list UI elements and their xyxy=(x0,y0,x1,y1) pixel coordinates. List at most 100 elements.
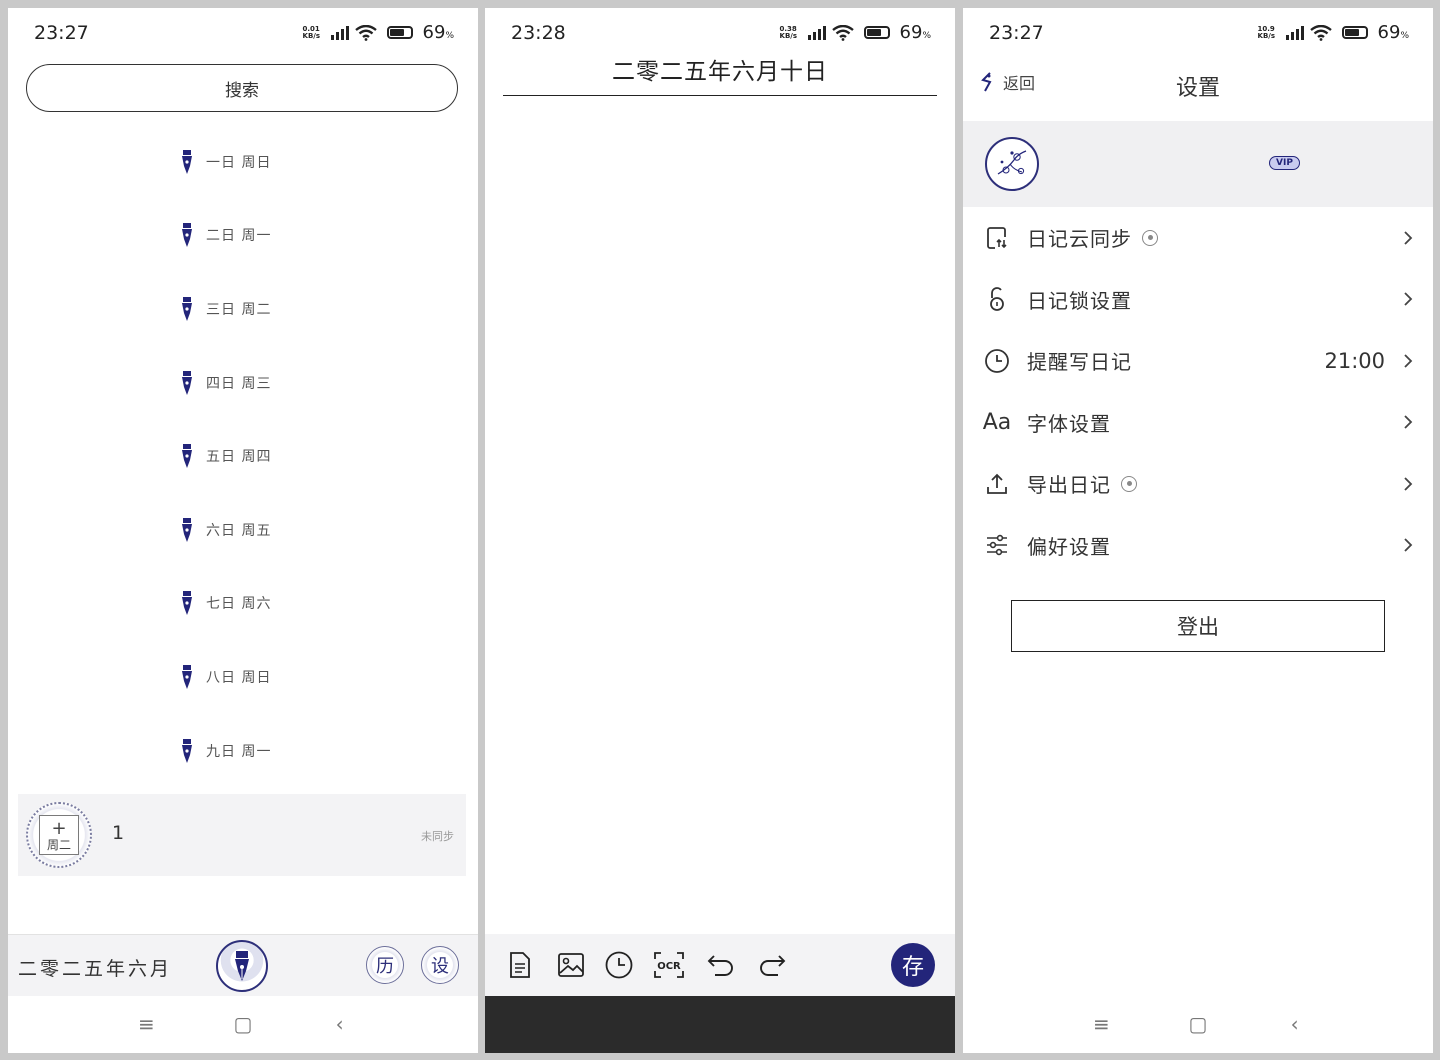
home-nav-icon[interactable]: ▢ xyxy=(1183,1012,1213,1036)
fountain-pen-icon xyxy=(180,222,194,248)
system-nav-bar: ≡ ▢ ‹ xyxy=(8,995,478,1053)
system-nav-bar: ≡ ▢ ‹ xyxy=(963,995,1433,1053)
day-list-item[interactable]: 八日 周日 xyxy=(8,640,478,714)
day-list-item[interactable]: 三日 周二 xyxy=(8,272,478,346)
day-label: 七日 周六 xyxy=(206,596,272,613)
ocr-icon[interactable]: OCR xyxy=(652,948,686,982)
entry-date-title: 二零二五年六月十日 xyxy=(612,59,828,85)
network-speed: 10.9 KB/s xyxy=(1257,24,1276,40)
home-nav-icon[interactable]: ▢ xyxy=(228,1012,258,1036)
vip-feature-icon xyxy=(1142,229,1158,246)
chevron-right-icon xyxy=(1404,292,1413,306)
setting-reminder[interactable]: 提醒写日记 21:00 xyxy=(963,330,1433,392)
day-label: 二日 周一 xyxy=(206,228,272,245)
day-list: 一日 周日二日 周一三日 周二四日 周三五日 周四六日 周五七日 周六八日 周日… xyxy=(8,125,478,787)
chevron-right-icon xyxy=(1404,231,1413,245)
day-list-item[interactable]: 九日 周一 xyxy=(8,714,478,788)
undo-icon[interactable] xyxy=(704,948,738,982)
export-icon xyxy=(983,470,1011,498)
fountain-pen-icon xyxy=(235,951,249,981)
network-speed: 0.38 KB/s xyxy=(779,24,798,40)
avatar[interactable] xyxy=(985,137,1039,191)
diary-entry-card[interactable]: + 周二 1 未同步 xyxy=(18,794,466,876)
fountain-pen-icon xyxy=(180,370,194,396)
lock-icon xyxy=(983,285,1011,313)
search-button[interactable]: 搜索 xyxy=(26,64,458,112)
settings-button[interactable]: 设 xyxy=(421,946,459,984)
battery-icon xyxy=(386,26,413,39)
month-label[interactable]: 二零二五年六月 xyxy=(18,954,172,981)
back-button[interactable]: 返回 xyxy=(979,70,1035,94)
settings-list: 日记云同步 日记锁设置 提醒写日记 21:00 Aa 字体设置 导出日记 偏好设… xyxy=(963,207,1433,576)
diary-text-area[interactable] xyxy=(503,100,937,929)
sync-status: 未同步 xyxy=(421,830,454,843)
back-nav-icon[interactable]: ‹ xyxy=(325,1012,355,1036)
network-speed: 0.01 KB/s xyxy=(302,24,321,40)
day-list-item[interactable]: 七日 周六 xyxy=(8,567,478,641)
plus-icon: + xyxy=(51,817,67,839)
redo-icon[interactable] xyxy=(755,948,789,982)
battery-icon xyxy=(863,26,890,39)
fountain-pen-icon xyxy=(180,517,194,543)
write-pen-button[interactable] xyxy=(216,940,268,992)
status-time: 23:27 xyxy=(34,22,89,44)
signal-icon xyxy=(807,25,826,40)
day-list-item[interactable]: 六日 周五 xyxy=(8,493,478,567)
day-list-item[interactable]: 二日 周一 xyxy=(8,199,478,273)
setting-export[interactable]: 导出日记 xyxy=(963,453,1433,515)
day-label: 三日 周二 xyxy=(206,301,272,318)
chevron-right-icon xyxy=(1404,477,1413,491)
setting-preferences[interactable]: 偏好设置 xyxy=(963,515,1433,577)
status-time: 23:28 xyxy=(511,22,566,44)
setting-font[interactable]: Aa 字体设置 xyxy=(963,392,1433,454)
profile-section: VIP xyxy=(963,121,1433,207)
sliders-icon xyxy=(983,531,1011,559)
day-label: 五日 周四 xyxy=(206,449,272,466)
setting-cloud-sync[interactable]: 日记云同步 xyxy=(963,207,1433,269)
new-entry-badge[interactable]: + 周二 xyxy=(26,802,92,868)
day-list-item[interactable]: 五日 周四 xyxy=(8,419,478,493)
image-icon[interactable] xyxy=(554,948,588,982)
logout-button[interactable]: 登出 xyxy=(1011,600,1385,652)
document-icon[interactable] xyxy=(503,948,537,982)
entry-count: 1 xyxy=(112,822,125,844)
vip-badge: VIP xyxy=(1269,156,1300,170)
fountain-pen-icon xyxy=(180,738,194,764)
fountain-pen-icon xyxy=(180,296,194,322)
title-divider xyxy=(503,95,937,96)
menu-nav-icon[interactable]: ≡ xyxy=(1086,1012,1116,1036)
diary-list-screen: 23:27 0.01 KB/s 69% 搜索 一日 周日二日 周一三日 周二四日… xyxy=(8,8,478,1053)
clock-icon[interactable] xyxy=(602,948,636,982)
setting-diary-lock[interactable]: 日记锁设置 xyxy=(963,269,1433,331)
diary-editor-screen: 23:28 0.38 KB/s 69% 二零二五年六月十日 OCR 存 xyxy=(485,8,955,1053)
day-label: 四日 周三 xyxy=(206,375,272,392)
wifi-icon xyxy=(831,24,854,41)
fountain-pen-icon xyxy=(180,664,194,690)
status-bar: 23:27 10.9 KB/s 69% xyxy=(989,22,1409,44)
day-label: 八日 周日 xyxy=(206,669,272,686)
menu-nav-icon[interactable]: ≡ xyxy=(131,1012,161,1036)
chevron-right-icon xyxy=(1404,538,1413,552)
fountain-pen-icon xyxy=(180,149,194,175)
back-icon xyxy=(981,72,992,92)
system-nav-bar xyxy=(485,996,955,1053)
clock-icon xyxy=(983,347,1011,375)
day-label: 一日 周日 xyxy=(206,154,272,171)
signal-icon xyxy=(330,25,349,40)
day-list-item[interactable]: 四日 周三 xyxy=(8,346,478,420)
bottom-bar: 二零二五年六月 历 设 xyxy=(8,934,478,996)
day-list-item[interactable]: 一日 周日 xyxy=(8,125,478,199)
plum-blossom-icon xyxy=(997,150,1027,175)
save-button[interactable]: 存 xyxy=(891,943,935,987)
day-label: 九日 周一 xyxy=(206,743,272,760)
entry-weekday: 周二 xyxy=(46,837,71,852)
day-label: 六日 周五 xyxy=(206,522,272,539)
back-nav-icon[interactable]: ‹ xyxy=(1280,1012,1310,1036)
status-time: 23:27 xyxy=(989,22,1044,44)
battery-icon xyxy=(1341,26,1368,39)
history-button[interactable]: 历 xyxy=(366,946,404,984)
wifi-icon xyxy=(1309,24,1332,41)
status-bar: 23:27 0.01 KB/s 69% xyxy=(34,22,454,44)
fountain-pen-icon xyxy=(180,590,194,616)
reminder-time: 21:00 xyxy=(1324,348,1385,373)
